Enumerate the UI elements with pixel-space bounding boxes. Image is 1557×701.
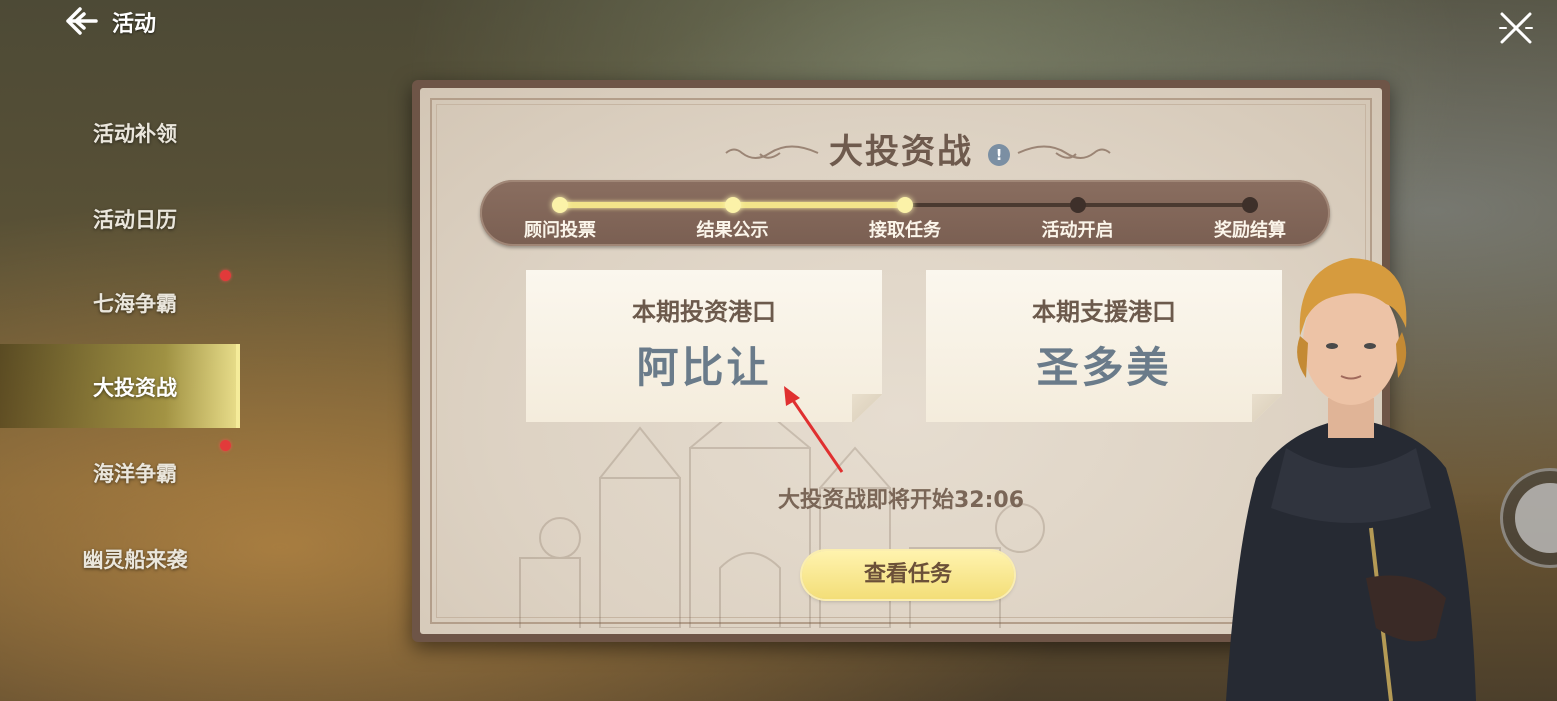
red-arrow-annotation [784, 386, 844, 473]
invest-port-heading: 本期投资港口 [632, 298, 776, 326]
close-button[interactable] [1496, 8, 1536, 48]
progress-step-dot [897, 197, 913, 213]
progress-stepper: 顾问投票 结果公示 接取任务 活动开启 奖励结算 [480, 180, 1330, 246]
top-bar: 活动 [0, 0, 1557, 48]
sidebar-item-activity-calendar[interactable]: 活动日历 [0, 176, 240, 260]
close-icon [1499, 12, 1533, 44]
progress-step-label: 结果公示 [696, 220, 769, 241]
progress-step-dot [552, 197, 568, 213]
sidebar-item-big-investment[interactable]: 大投资战 [0, 344, 240, 428]
sidebar-item-label: 活动补领 [93, 122, 177, 146]
notification-badge [220, 270, 231, 281]
sidebar-item-label: 七海争霸 [93, 292, 177, 316]
back-button[interactable] [60, 4, 100, 38]
info-icon[interactable]: ! [988, 144, 1010, 166]
sidebar-item-label: 幽灵船来袭 [82, 548, 188, 572]
flourish-right-icon [1017, 145, 1111, 159]
sidebar-item-ocean-hegemony[interactable]: 海洋争霸 [0, 430, 240, 514]
progress-step-label: 顾问投票 [524, 220, 596, 241]
progress-step-label: 奖励结算 [1214, 220, 1286, 241]
notification-badge [220, 440, 231, 451]
progress-step-dot [1069, 197, 1086, 213]
joystick-thumb[interactable] [1515, 483, 1557, 553]
progress-step-dot [1242, 197, 1258, 213]
progress-step-label: 活动开启 [1041, 220, 1114, 241]
panel-title: 大投资战 [829, 132, 973, 172]
sidebar-item-label: 活动日历 [93, 208, 177, 232]
activity-sidebar: 活动补领 活动日历 七海争霸 大投资战 海洋争霸 幽灵船来袭 [0, 90, 240, 610]
page-title: 活动 [112, 12, 157, 37]
virtual-joystick[interactable] [1500, 468, 1557, 568]
back-arrow-icon [66, 7, 98, 35]
sidebar-item-ghost-ship[interactable]: 幽灵船来袭 [0, 516, 240, 600]
view-task-button[interactable]: 查看任务 [802, 551, 1014, 599]
progress-step-dot [724, 197, 741, 213]
panel-header: 大投资战 ! [420, 114, 1382, 174]
progress-step-label: 接取任务 [869, 220, 941, 241]
sidebar-item-activity-reclaim[interactable]: 活动补领 [0, 90, 240, 174]
sidebar-item-label: 大投资战 [93, 376, 177, 400]
advisor-character [1226, 258, 1476, 701]
sidebar-item-label: 海洋争霸 [93, 462, 177, 486]
sidebar-item-seven-seas[interactable]: 七海争霸 [0, 260, 240, 344]
